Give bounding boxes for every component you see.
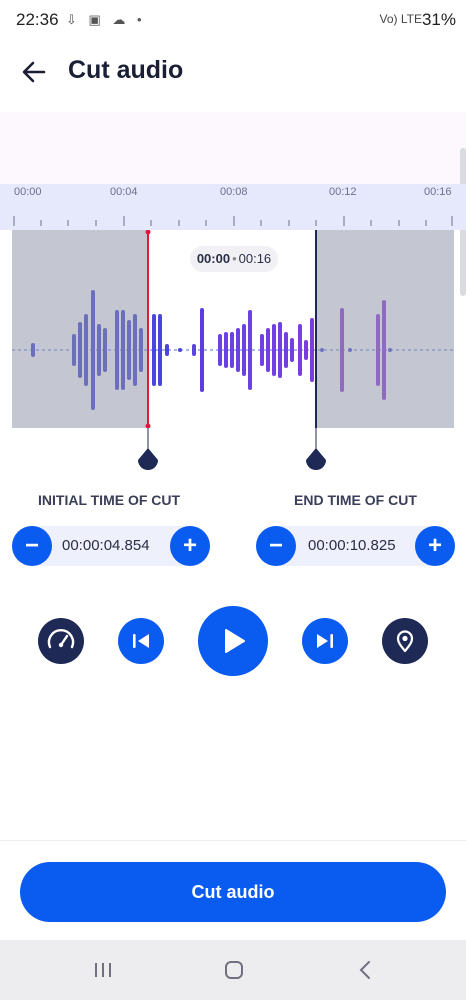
initial-time-label: INITIAL TIME OF CUT [38, 492, 181, 508]
ruler-tick-label: 00:12 [329, 186, 357, 198]
initial-increase-button[interactable]: + [170, 526, 210, 566]
selection-end-time: 00:16 [238, 251, 272, 266]
end-time-label: END TIME OF CUT [294, 492, 417, 508]
selection-duration-pill: 00:00 • 00:16 [190, 246, 278, 272]
skip-next-button[interactable] [302, 618, 348, 664]
waveform-header-band [0, 112, 466, 184]
ruler-tick-label: 00:08 [220, 186, 248, 198]
minus-icon: − [24, 532, 39, 559]
initial-decrease-button[interactable]: − [12, 526, 52, 566]
separator-dot: • [232, 251, 237, 266]
back-arrow-icon[interactable] [18, 56, 50, 88]
minus-icon: − [268, 532, 283, 559]
speed-button[interactable] [38, 618, 84, 664]
cut-audio-button[interactable]: Cut audio [20, 862, 446, 922]
play-icon [225, 629, 245, 653]
plus-icon: + [182, 532, 197, 559]
end-time-stepper: − 00:00:10.825 + [256, 526, 455, 566]
plus-icon: + [427, 532, 442, 559]
end-decrease-button[interactable]: − [256, 526, 296, 566]
skip-previous-icon [133, 634, 149, 648]
home-icon [225, 961, 243, 979]
status-bar: 22:36 ⇩ ▣ ☁ • Vo) LTE 31% [0, 0, 466, 40]
battery-level: 31% [421, 10, 456, 29]
initial-time-value[interactable]: 00:00:04.854 [62, 537, 150, 554]
ruler-tick-label: 00:16 [424, 186, 452, 198]
selection-start-time: 00:00 [196, 251, 231, 266]
system-nav-bar [0, 940, 466, 1000]
end-increase-button[interactable]: + [415, 526, 455, 566]
recent-apps-icon [95, 963, 111, 977]
initial-time-stepper: − 00:00:04.854 + [12, 526, 210, 566]
skip-previous-button[interactable] [118, 618, 164, 664]
location-pin-icon [396, 630, 414, 653]
ruler-tick-label: 00:00 [14, 186, 42, 198]
play-button[interactable] [198, 606, 268, 676]
signal-icons: Vo) LTE [379, 12, 422, 26]
notification-icons: ⇩ ▣ ☁ • [66, 12, 146, 27]
skip-next-icon [317, 634, 333, 648]
back-nav-icon [359, 961, 370, 979]
speedometer-icon [47, 629, 75, 649]
start-handle[interactable] [136, 428, 160, 479]
end-handle[interactable] [304, 428, 328, 479]
status-time: 22:36 [16, 10, 59, 29]
ruler-tick-label: 00:04 [110, 186, 138, 198]
add-marker-button[interactable] [382, 618, 428, 664]
page-title: Cut audio [68, 56, 184, 84]
end-time-value[interactable]: 00:00:10.825 [308, 537, 396, 554]
